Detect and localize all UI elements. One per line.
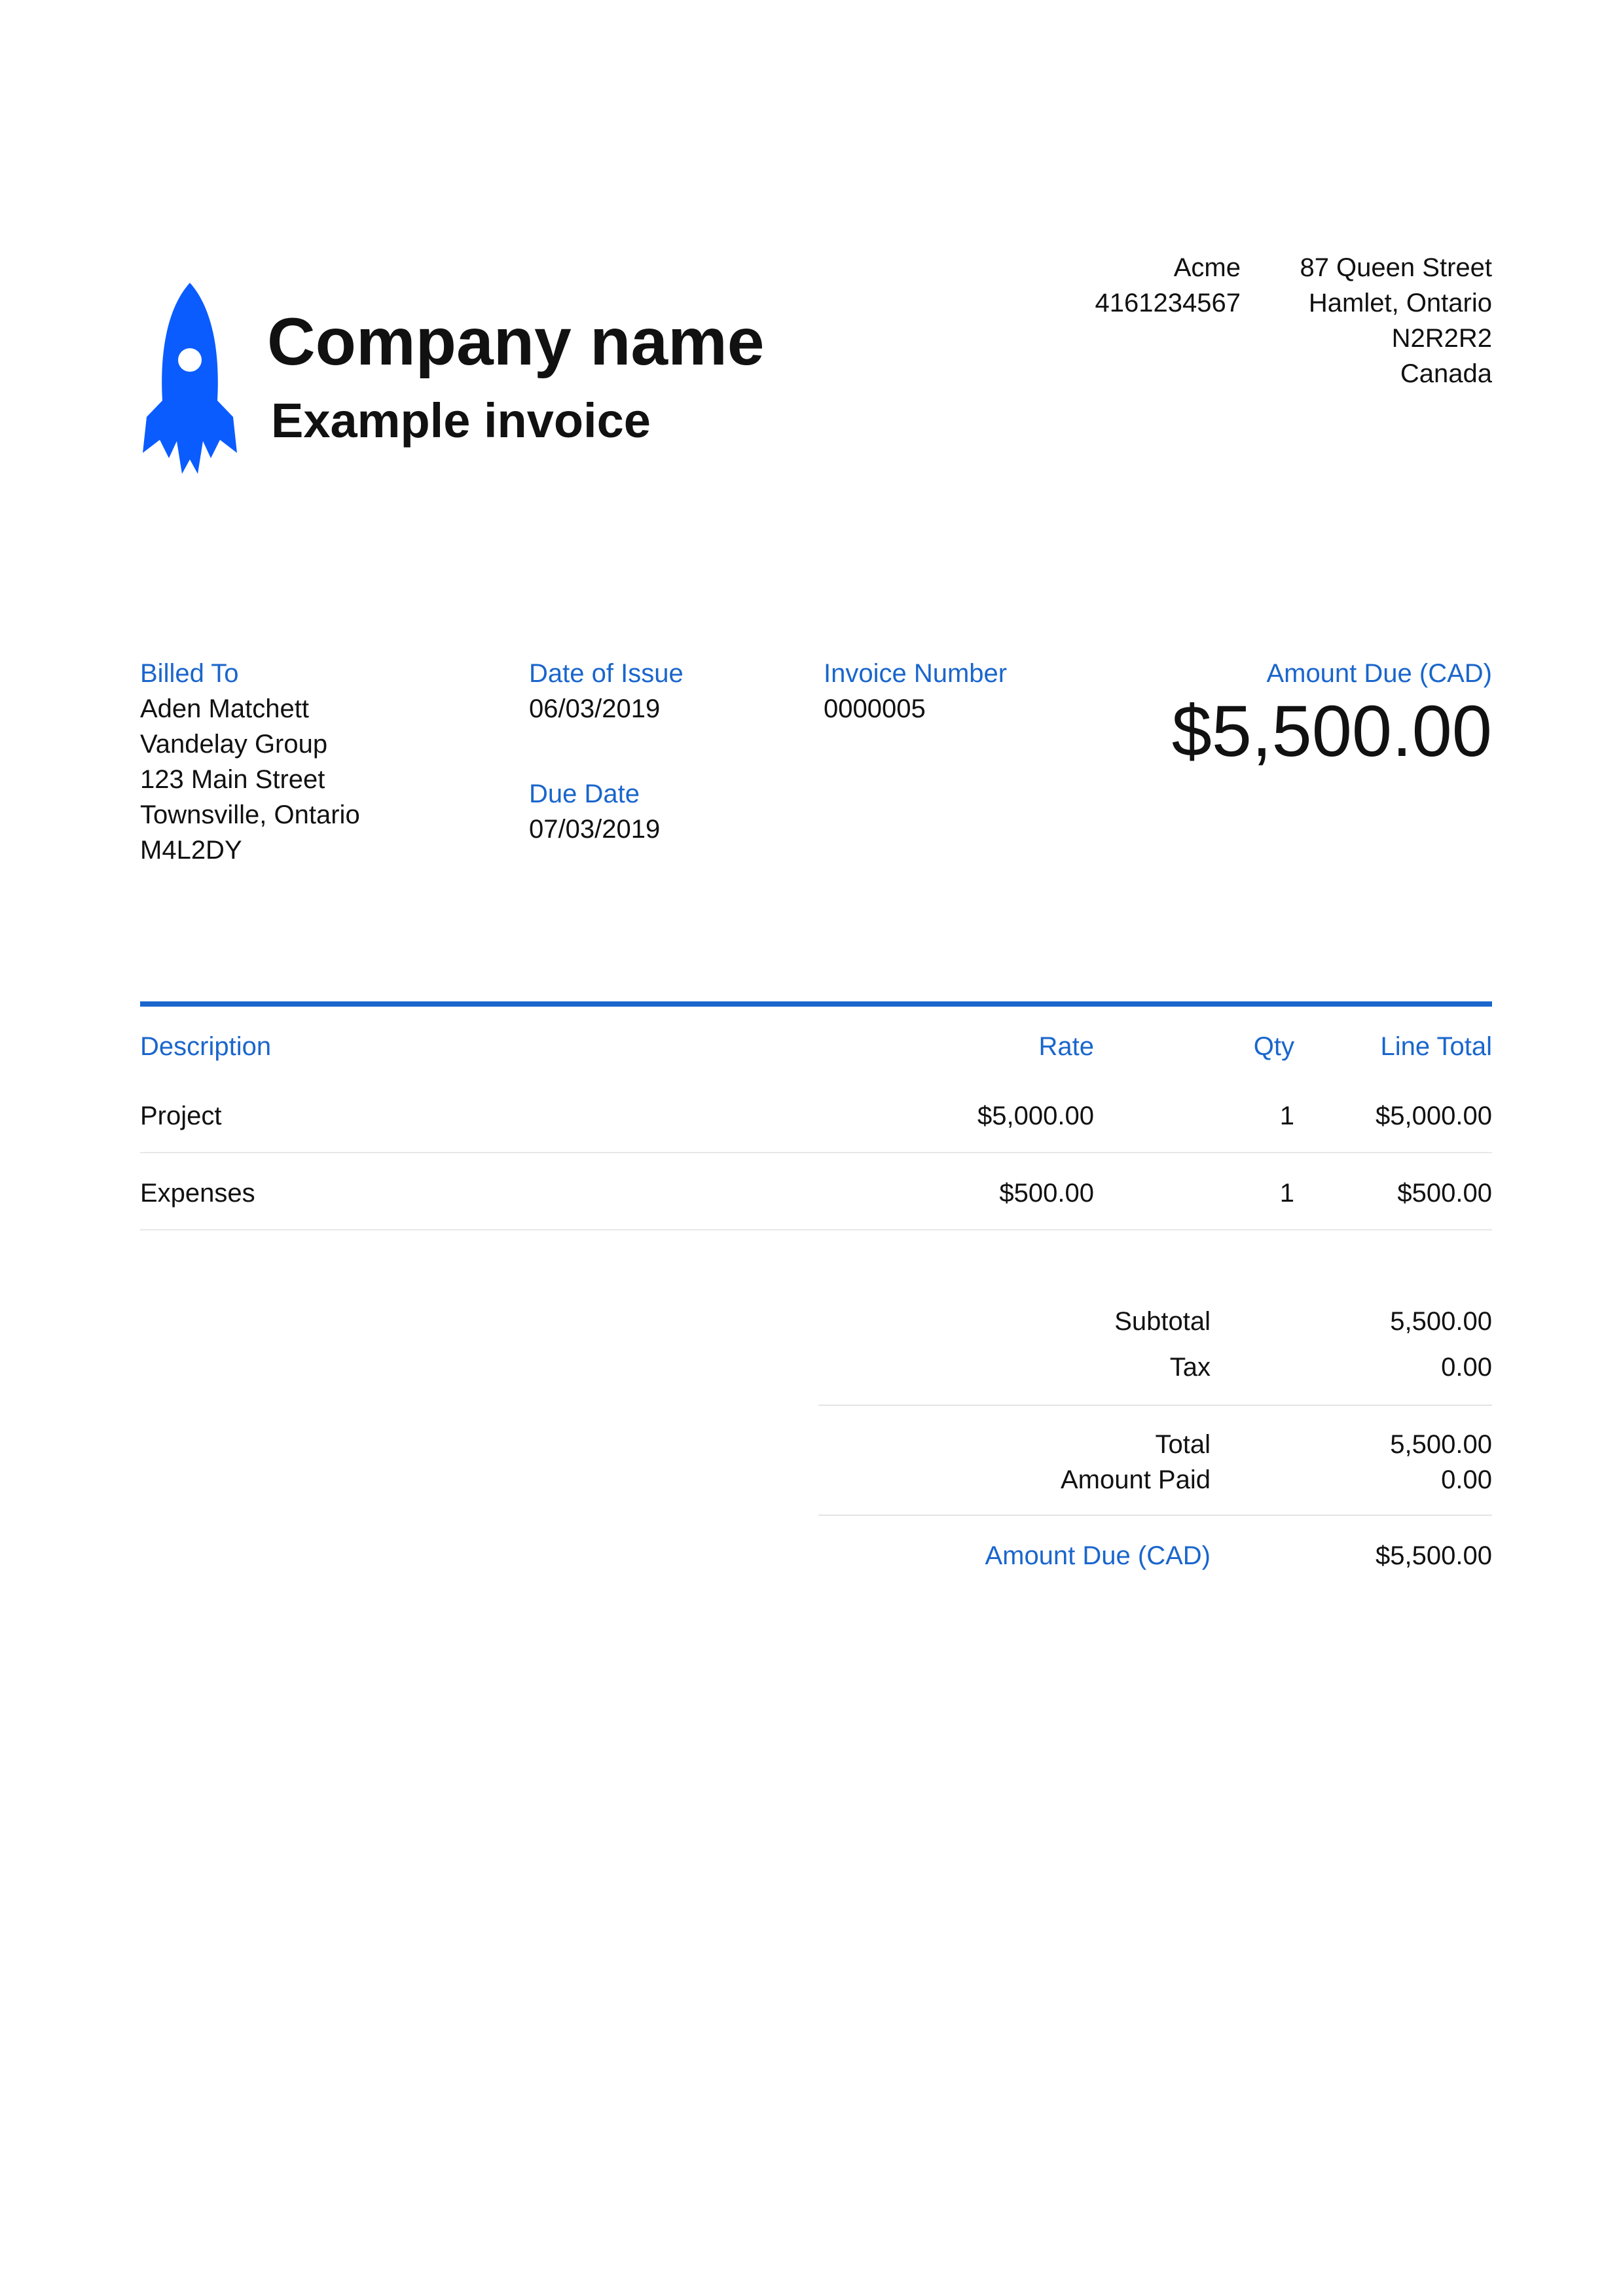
item-rate: $500.00 — [999, 1179, 1094, 1208]
total-label: Total — [1155, 1430, 1211, 1459]
item-description: Project — [140, 1102, 222, 1130]
address-line: Hamlet, Ontario — [1308, 289, 1492, 317]
due-date-label: Due Date — [529, 780, 640, 808]
invoice-number-value: 0000005 — [824, 694, 926, 723]
item-rate: $5,000.00 — [977, 1102, 1094, 1130]
billed-to-line: Vandelay Group — [140, 730, 328, 759]
rocket-icon — [143, 283, 237, 474]
column-header-rate: Rate — [1038, 1032, 1095, 1061]
amount-due-label: Amount Due (CAD) — [1266, 659, 1492, 688]
date-of-issue-label: Date of Issue — [529, 659, 684, 688]
billed-to-label: Billed To — [140, 659, 239, 688]
subtotal-label: Subtotal — [1114, 1307, 1211, 1336]
subtotal-value: 5,500.00 — [1390, 1307, 1492, 1336]
invoice-subtitle: Example invoice — [271, 393, 651, 448]
amount-due-value: $5,500.00 — [1171, 691, 1492, 772]
company-name: Company name — [267, 304, 765, 379]
column-header-qty: Qty — [1253, 1032, 1294, 1061]
table-top-rule — [140, 1001, 1492, 1007]
table-row: Expenses $500.00 1 $500.00 — [140, 1153, 1492, 1230]
tax-label: Tax — [1169, 1353, 1211, 1382]
invoice-number-block: Invoice Number 0000005 — [824, 656, 1007, 726]
totals-divider — [818, 1405, 1492, 1406]
column-header-description: Description — [140, 1032, 272, 1061]
item-description: Expenses — [140, 1179, 255, 1208]
table-row: Project $5,000.00 1 $5,000.00 — [140, 1076, 1492, 1153]
subtotal-row: Subtotal 5,500.00 — [818, 1304, 1492, 1350]
column-header-line-total: Line Total — [1380, 1032, 1492, 1061]
table-header-row: Description Rate Qty Line Total — [140, 1007, 1492, 1076]
totals-divider — [818, 1515, 1492, 1516]
invoice-number-label: Invoice Number — [824, 659, 1008, 688]
address-line: 87 Queen Street — [1300, 253, 1492, 282]
amount-due-block: Amount Due (CAD) $5,500.00 — [1172, 656, 1492, 771]
billed-to-line: Townsville, Ontario — [140, 800, 360, 829]
sender-address: 87 Queen Street Hamlet, Ontario N2R2R2 C… — [1165, 250, 1492, 391]
tax-value: 0.00 — [1441, 1353, 1492, 1382]
item-line-total: $5,000.00 — [1376, 1102, 1492, 1130]
date-of-issue-value: 06/03/2019 — [529, 694, 661, 723]
tax-row: Tax 0.00 — [818, 1350, 1492, 1405]
amount-paid-row: Amount Paid 0.00 — [818, 1462, 1492, 1515]
billed-to-line: Aden Matchett — [140, 694, 309, 723]
amount-due-total-row: Amount Due (CAD) $5,500.00 — [818, 1538, 1492, 1584]
due-date-block: Due Date 07/03/2019 — [529, 776, 660, 847]
due-date-value: 07/03/2019 — [529, 815, 661, 844]
total-row: Total 5,500.00 — [818, 1427, 1493, 1462]
invoice-page: Company name Example invoice Acme 416123… — [0, 0, 1623, 2296]
date-of-issue-block: Date of Issue 06/03/2019 — [529, 656, 684, 726]
address-line: Canada — [1400, 359, 1492, 388]
totals-section: Subtotal 5,500.00 Tax 0.00 Total 5,500.0… — [818, 1304, 1492, 1584]
amount-due-total-value: $5,500.00 — [1376, 1541, 1492, 1570]
total-value: 5,500.00 — [1390, 1430, 1492, 1459]
amount-paid-value: 0.00 — [1441, 1465, 1492, 1494]
billed-to-line: 123 Main Street — [140, 765, 325, 794]
item-qty: 1 — [1279, 1102, 1294, 1130]
line-items-table: Description Rate Qty Line Total Project … — [140, 1001, 1492, 1230]
item-line-total: $500.00 — [1397, 1179, 1492, 1208]
amount-due-total-label: Amount Due (CAD) — [985, 1541, 1211, 1570]
address-line: N2R2R2 — [1391, 324, 1492, 353]
amount-paid-label: Amount Paid — [1060, 1465, 1211, 1494]
billed-to-block: Billed To Aden Matchett Vandelay Group 1… — [140, 656, 360, 868]
item-qty: 1 — [1279, 1179, 1294, 1208]
billed-to-line: M4L2DY — [140, 836, 242, 865]
